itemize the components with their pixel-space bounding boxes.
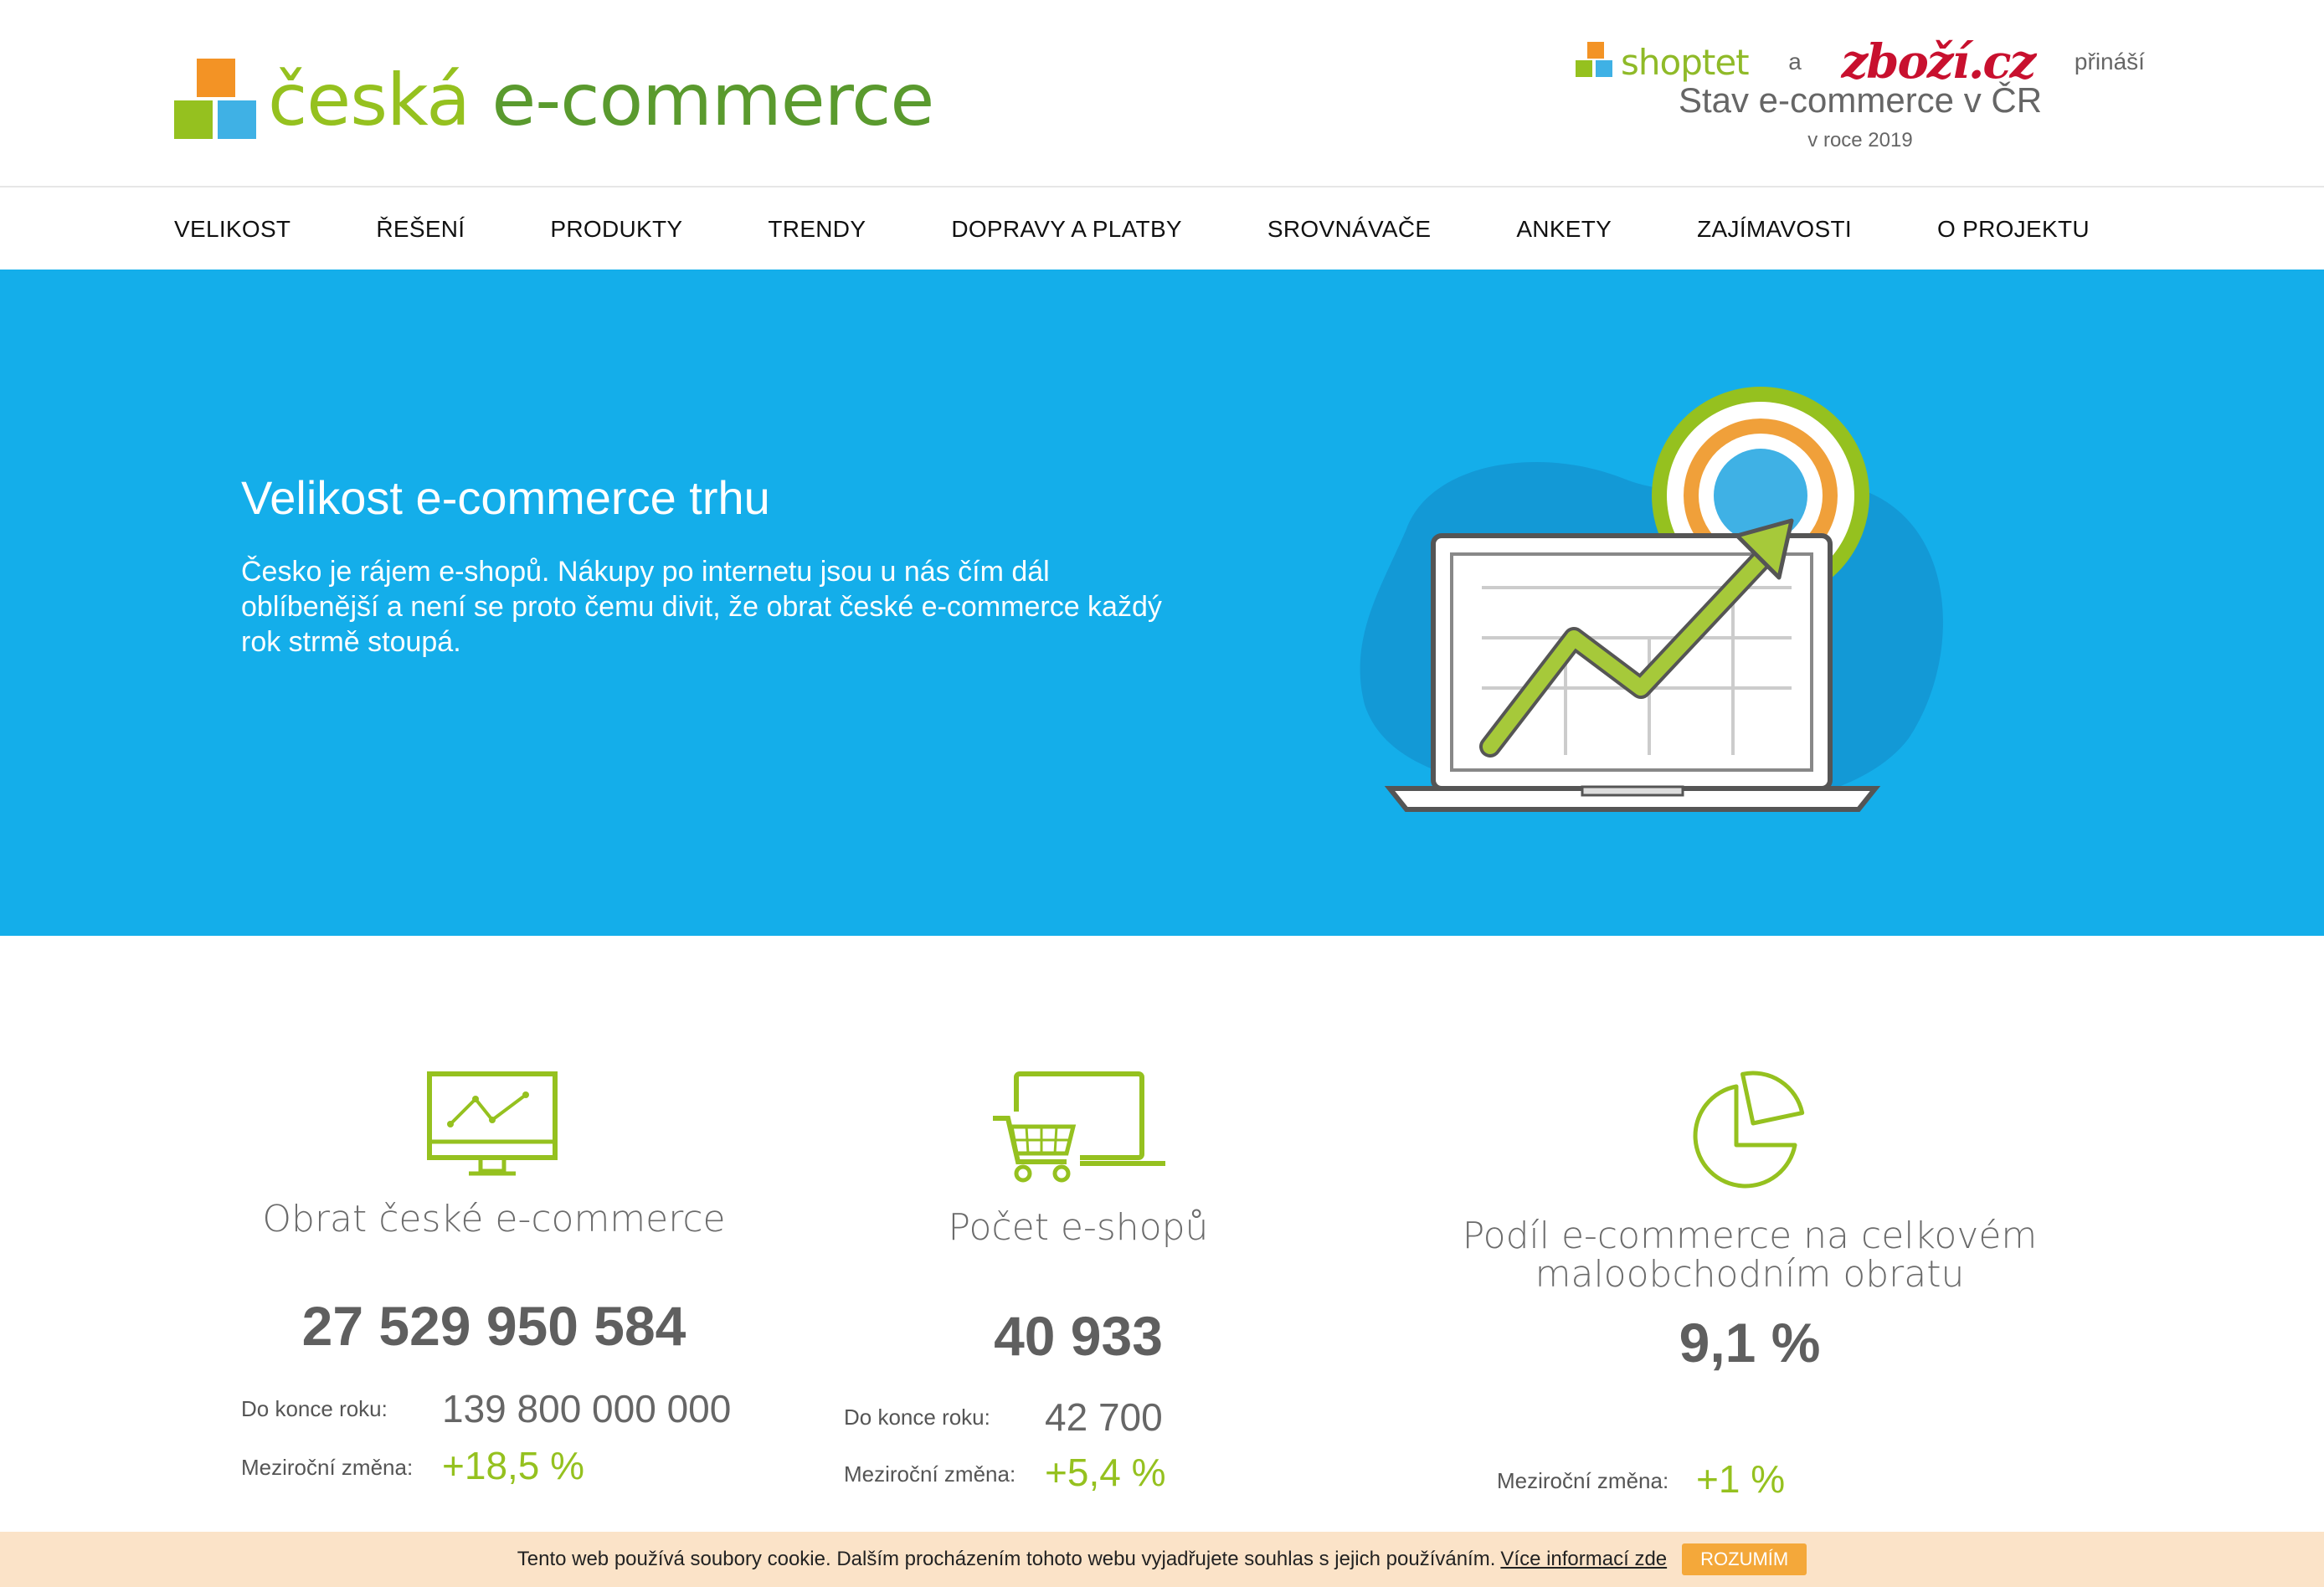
- yoy-change-value: +5,4 %: [1045, 1451, 1166, 1494]
- year-end-label: Do konce roku:: [241, 1396, 388, 1421]
- nav-item-zajimavosti[interactable]: ZAJÍMAVOSTI: [1697, 216, 1852, 243]
- monitor-chart-icon: [427, 1071, 558, 1176]
- logo-word-ecommerce: e-commerce: [491, 59, 934, 142]
- partner-brings: přináší: [2074, 49, 2145, 74]
- stat-title-share: Podíl e-commerce na celkovém maloobchodn…: [1462, 1215, 2038, 1296]
- report-year: v roce 2019: [1807, 129, 1913, 152]
- shoptet-wordmark: shoptet: [1621, 41, 1750, 83]
- laptop-cart-icon: [990, 1071, 1165, 1187]
- report-title: Stav e-commerce v ČR: [1678, 80, 2043, 120]
- year-end-label: Do konce roku:: [844, 1405, 990, 1430]
- hero-text: Česko je rájem e-shopů. Nákupy po intern…: [241, 556, 1162, 658]
- cookie-accept-button[interactable]: ROZUMÍM: [1682, 1543, 1807, 1575]
- nav-item-ankety[interactable]: ANKETY: [1516, 216, 1612, 243]
- site-logo[interactable]: česká e-commerce: [174, 50, 934, 142]
- nav-item-reseni[interactable]: ŘEŠENÍ: [376, 216, 465, 243]
- cookie-more-info-link[interactable]: Více informací zde: [1500, 1548, 1667, 1571]
- stat-title-eshops: Počet e-shopů: [948, 1206, 1209, 1249]
- yoy-change-label: Meziroční změna:: [241, 1455, 414, 1480]
- nav-item-dopravy-a-platby[interactable]: DOPRAVY A PLATBY: [951, 216, 1182, 243]
- hero-section: Velikost e-commerce trhu Česko je rájem …: [0, 270, 2324, 936]
- nav-item-velikost[interactable]: VELIKOST: [174, 216, 290, 243]
- nav-item-srovnavace[interactable]: SROVNÁVAČE: [1267, 216, 1431, 243]
- laptop-growth-illustration-icon: [1360, 387, 1943, 812]
- nav-item-produkty[interactable]: PRODUKTY: [550, 216, 682, 243]
- yoy-change-label: Meziroční změna:: [844, 1461, 1016, 1487]
- pie-chart-icon: [1693, 1071, 1805, 1189]
- year-end-value: 42 700: [1045, 1395, 1163, 1439]
- yoy-change-value: +18,5 %: [442, 1444, 585, 1487]
- stats-section: Obrat české e-commerce 27 529 950 584 Do…: [0, 936, 2324, 1532]
- shoptet-mark-icon: [1576, 42, 1616, 82]
- logo-mark-icon: [174, 59, 258, 142]
- shoptet-logo[interactable]: shoptet: [1576, 41, 1750, 83]
- nav-item-trendy[interactable]: TRENDY: [768, 216, 866, 243]
- cookie-text: Tento web používá soubory cookie. Dalším…: [517, 1548, 1496, 1570]
- year-end-value: 139 800 000 000: [442, 1387, 732, 1430]
- main-nav: VELIKOST ŘEŠENÍ PRODUKTY TRENDY DOPRAVY …: [0, 189, 2324, 270]
- site-header: česká e-commerce shoptet a zboží.cz přin…: [0, 0, 2324, 187]
- partner-block: shoptet a zboží.cz přináší Stav e-commer…: [1576, 28, 2145, 162]
- stat-value-eshops: 40 933: [994, 1305, 1163, 1367]
- stat-title-turnover: Obrat české e-commerce: [262, 1198, 726, 1240]
- logo-text: česká e-commerce: [268, 59, 934, 142]
- partner-and: a: [1788, 49, 1802, 74]
- stat-value-share: 9,1 %: [1679, 1312, 1821, 1374]
- yoy-change-value: +1 %: [1696, 1457, 1786, 1501]
- yoy-change-label: Meziroční změna:: [1497, 1468, 1669, 1493]
- hero-title: Velikost e-commerce trhu: [241, 471, 770, 524]
- cookie-bar: Tento web používá soubory cookie. Dalším…: [0, 1532, 2324, 1587]
- stat-value-turnover: 27 529 950 584: [301, 1295, 686, 1357]
- logo-word-ceska: česká: [268, 59, 470, 142]
- nav-item-o-projektu[interactable]: O PROJEKTU: [1937, 216, 2090, 243]
